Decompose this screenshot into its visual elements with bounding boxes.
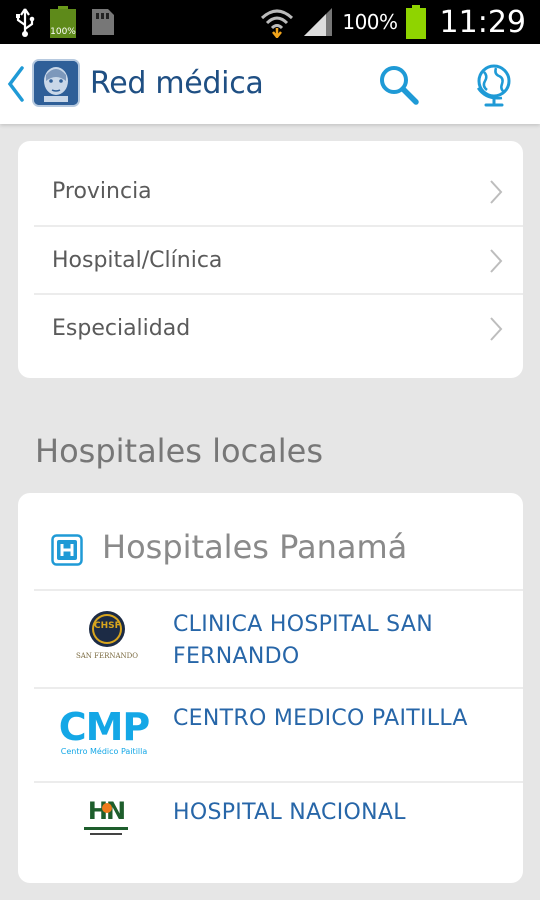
filter-label: Provincia — [52, 179, 152, 204]
app-logo-icon — [34, 61, 78, 105]
app-bar: Red médica — [0, 44, 540, 124]
filter-label: Hospital/Clínica — [52, 248, 223, 273]
hospitals-card: Hospitales Panamá CHSF SAN FERNANDO CLIN… — [18, 493, 523, 883]
logo-caption: SAN FERNANDO — [75, 652, 139, 660]
hospital-icon — [51, 534, 83, 566]
chevron-right-icon — [490, 317, 503, 341]
globe-icon[interactable] — [472, 62, 516, 108]
filter-card: Provincia Hospital/Clínica Especialidad — [18, 141, 523, 378]
section-title: Hospitales locales — [35, 432, 324, 470]
wifi-icon — [261, 9, 294, 38]
logo-text: CHSF — [94, 621, 121, 631]
paitilla-logo: CMP Centro Médico Paitilla — [52, 703, 162, 763]
hospital-item-nacional[interactable]: HN HOSPITAL NACIONAL — [34, 783, 506, 875]
battery-small-label: 100% — [50, 27, 76, 37]
clock: 11:29 — [439, 4, 526, 40]
usb-icon — [16, 8, 35, 37]
battery-full-icon: 100% — [50, 6, 76, 38]
sd-card-icon — [92, 9, 114, 35]
logo-caption: Centro Médico Paitilla — [60, 747, 148, 756]
filter-label: Especialidad — [52, 316, 191, 341]
san-fernando-logo: CHSF SAN FERNANDO — [52, 607, 162, 667]
hospital-nacional-logo: HN — [52, 797, 162, 857]
filter-row-hospital[interactable]: Hospital/Clínica — [34, 227, 523, 295]
page-title: Red médica — [90, 66, 264, 101]
hospital-name: CENTRO MEDICO PAITILLA — [173, 706, 468, 731]
hospital-item-paitilla[interactable]: CMP Centro Médico Paitilla CENTRO MEDICO… — [34, 689, 506, 781]
chevron-right-icon — [490, 249, 503, 273]
status-bar: 100% 100% 11:29 — [0, 0, 540, 44]
filter-row-especialidad[interactable]: Especialidad — [34, 295, 523, 363]
hospital-name: HOSPITAL NACIONAL — [173, 800, 406, 825]
hospitals-heading: Hospitales Panamá — [102, 528, 408, 566]
hospital-item-san-fernando[interactable]: CHSF SAN FERNANDO CLINICA HOSPITAL SAN F… — [34, 591, 506, 687]
back-chevron-icon[interactable] — [4, 64, 26, 104]
app-logo[interactable] — [32, 59, 80, 107]
signal-icon — [304, 8, 333, 36]
chevron-right-icon — [490, 180, 503, 204]
search-icon[interactable] — [378, 64, 420, 106]
battery-icon — [405, 5, 426, 39]
filter-row-provincia[interactable]: Provincia — [34, 158, 523, 226]
battery-percent: 100% — [342, 10, 398, 34]
hospital-name: CLINICA HOSPITAL SAN FERNANDO — [173, 612, 433, 669]
logo-text: CMP — [58, 705, 151, 749]
